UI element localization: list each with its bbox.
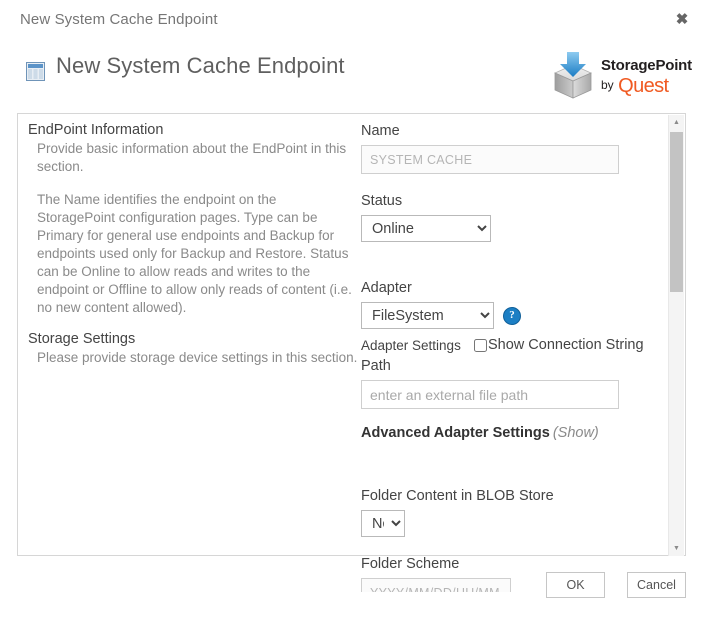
form-column: Name Status OnlineOffline Adapter FileSy…: [361, 122, 661, 592]
adapter-settings-label: Adapter Settings: [361, 337, 461, 353]
advanced-adapter-settings-label: Advanced Adapter Settings: [361, 425, 550, 441]
help-question-icon[interactable]: ?: [503, 306, 521, 325]
status-select[interactable]: OnlineOffline: [361, 215, 491, 242]
logo-company-line: by Quest: [601, 75, 685, 98]
ok-button[interactable]: OK: [546, 572, 605, 598]
name-input[interactable]: [361, 145, 619, 174]
close-icon[interactable]: ✖: [671, 8, 693, 30]
logo-product-name: StoragePoint: [601, 57, 692, 74]
logo-company-name: Quest: [618, 75, 669, 97]
adapter-settings-row: Adapter Settings Show Connection String: [361, 337, 661, 353]
logo-by-text: by: [601, 78, 614, 92]
path-input[interactable]: [361, 380, 619, 409]
scrollbar-thumb[interactable]: [670, 132, 683, 292]
folder-content-select[interactable]: NoYes: [361, 510, 405, 537]
show-connection-string-label: Show Connection String: [488, 337, 644, 353]
storage-settings-text: Please provide storage device settings i…: [37, 350, 358, 365]
page-title: New System Cache Endpoint: [56, 53, 345, 78]
endpoint-information-text-1: Provide basic information about the EndP…: [37, 141, 347, 174]
endpoint-grid-icon: [26, 62, 45, 81]
storagepoint-box-arrow-logo: [551, 51, 595, 99]
dialog-title: New System Cache Endpoint: [20, 11, 218, 28]
adapter-row: FileSystem ?: [361, 302, 661, 329]
folder-content-label: Folder Content in BLOB Store: [361, 488, 554, 504]
dialog-footer: OK Cancel: [0, 556, 703, 624]
dialog-header: New System Cache Endpoint StoragePoint b…: [0, 38, 703, 108]
storagepoint-logo: StoragePoint by Quest: [545, 47, 692, 103]
adapter-select[interactable]: FileSystem: [361, 302, 494, 329]
advanced-adapter-settings-row: Advanced Adapter Settings (Show): [361, 425, 661, 441]
logo-wordmark: StoragePoint by Quest: [601, 57, 692, 98]
advanced-adapter-settings-toggle[interactable]: (Show): [553, 425, 599, 441]
adapter-label: Adapter: [361, 280, 412, 296]
info-column: EndPoint Information Provide basic infor…: [28, 122, 358, 367]
cancel-button[interactable]: Cancel: [627, 572, 686, 598]
show-connection-string-checkbox-wrapper[interactable]: Show Connection String: [474, 337, 644, 353]
scroll-up-arrow-icon[interactable]: ▲: [669, 115, 684, 130]
scroll-down-arrow-icon[interactable]: ▼: [669, 541, 684, 556]
endpoint-information-heading: EndPoint Information: [28, 122, 164, 138]
endpoint-information-text-2: The Name identifies the endpoint on the …: [37, 192, 352, 315]
status-label: Status: [361, 193, 403, 209]
show-connection-string-checkbox[interactable]: [474, 338, 487, 352]
storage-settings-heading: Storage Settings: [28, 331, 136, 347]
path-label: Path: [361, 358, 391, 374]
dialog-titlebar: New System Cache Endpoint ✖: [0, 0, 703, 38]
content-scrollbar[interactable]: ▲ ▼: [668, 115, 684, 556]
name-label: Name: [361, 123, 400, 139]
dialog-content-panel: EndPoint Information Provide basic infor…: [17, 113, 686, 592]
